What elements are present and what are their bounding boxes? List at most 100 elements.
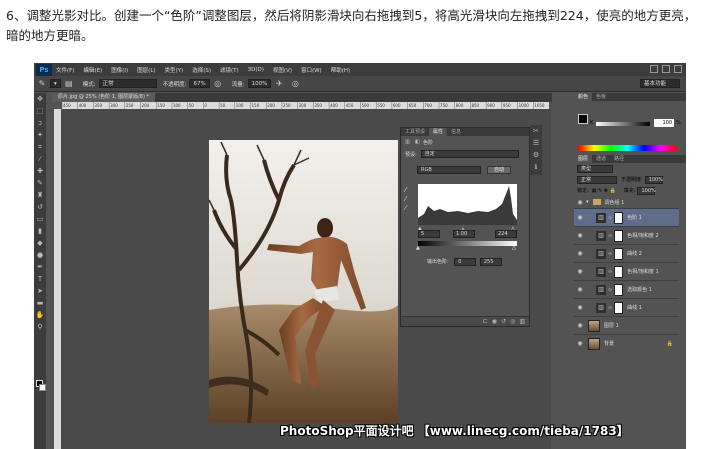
layer-mask-thumbnail[interactable] [614,283,624,296]
midtone-input[interactable]: 1.00 [453,230,475,238]
view-previous-icon[interactable]: ◉ [492,318,497,325]
layer-row[interactable]: ◉ ▥ ∞ 色阶 1 [574,208,679,226]
menu-help[interactable]: 帮助(H) [331,66,350,74]
brush-panel-icon[interactable]: ▤ [64,79,74,89]
layer-row[interactable]: ◉ ▥ ∞ 选取颜色 1 [574,280,679,298]
channel-select[interactable]: RGB [417,166,481,174]
menu-file[interactable]: 文件(F) [56,66,74,74]
layer-row[interactable]: ◉ 图层 1 [574,316,679,334]
maximize-button[interactable] [662,65,670,73]
layer-mask-thumbnail[interactable] [614,229,624,242]
highlight-input[interactable]: 224 [495,230,517,238]
eye-icon[interactable]: ◉ [576,232,584,239]
tab-info[interactable]: 信息 [447,128,465,136]
minimize-button[interactable] [650,65,658,73]
tab-properties[interactable]: 属性 [429,128,448,136]
zoom-tool-icon[interactable]: ⚲ [34,321,46,333]
pressure-size-icon[interactable]: ◎ [290,79,300,89]
info-icon[interactable]: ℹ [530,161,542,173]
eye-icon[interactable]: ◉ [576,304,584,311]
mask-icon[interactable]: ◧ [415,139,423,145]
marquee-tool-icon[interactable]: ⬚ [34,105,46,117]
shadow-input[interactable]: 5 [418,230,440,238]
menu-edit[interactable]: 编辑(E) [83,66,102,74]
type-tool-icon[interactable]: T [34,273,46,285]
layer-opacity-field[interactable]: 100% [644,175,663,184]
white-point-eyedropper-icon[interactable]: ⁄ [405,204,413,213]
output-white-slider-icon[interactable]: △ [512,245,516,251]
layer-filter-select[interactable]: 类型 [577,164,613,173]
gray-point-eyedropper-icon[interactable]: ⁄ [405,195,413,204]
document-tab[interactable]: 原片.jpg @ 25% (色阶 1, 图层蒙版/8) * [52,93,156,102]
tab-paths[interactable]: 路径 [610,155,628,163]
auto-button[interactable]: 自动 [487,166,512,174]
eye-icon[interactable]: ◉ [576,250,584,257]
color-foreground-swatch[interactable] [578,114,588,124]
visibility-icon[interactable]: ◎ [510,318,515,325]
layer-mask-thumbnail[interactable] [614,301,624,314]
eye-icon[interactable]: ◉ [576,214,584,221]
settings-icon[interactable]: ⚙ [530,149,542,161]
lasso-tool-icon[interactable]: ↄ [34,117,46,129]
reset-icon[interactable]: ↺ [501,318,506,325]
tab-layers[interactable]: 图层 [574,155,593,163]
blur-tool-icon[interactable]: ◆ [34,237,46,249]
flow-field[interactable]: 100% [247,79,272,88]
k-slider[interactable] [596,122,650,126]
gradient-tool-icon[interactable]: ▮ [34,225,46,237]
hand-tool-icon[interactable]: ✋ [34,309,46,321]
menu-image[interactable]: 图像(I) [111,66,128,74]
mode-select[interactable]: 正常 [98,79,157,88]
eye-icon[interactable]: ◉ [576,340,584,347]
black-point-eyedropper-icon[interactable]: ⁄ [405,186,413,195]
crop-tool-icon[interactable]: ⌗ [34,141,46,153]
eye-icon[interactable]: ◉ [576,286,584,293]
pen-tool-icon[interactable]: ✒ [34,261,46,273]
layer-row[interactable]: ◉ ▥ ∞ 曲线 1 [574,298,679,316]
tools-collapse-icon[interactable]: ✂ [530,125,542,137]
tab-tool-presets[interactable]: 工具预设 [401,128,429,136]
healing-tool-icon[interactable]: ✚ [34,165,46,177]
tab-channels[interactable]: 通道 [592,155,610,163]
layer-row[interactable]: ◉ ▥ ∞ 色相/饱和度 2 [574,226,679,244]
brush-tool-icon[interactable]: ✎ [37,79,47,89]
path-select-tool-icon[interactable]: ➤ [34,285,46,297]
dodge-tool-icon[interactable]: ● [34,249,46,261]
move-tool-icon[interactable]: ✥ [34,93,46,105]
menu-filter[interactable]: 滤镜(T) [220,66,239,74]
menu-window[interactable]: 窗口(W) [301,66,322,74]
brush-size-field[interactable]: ▾ [50,79,61,88]
history-brush-icon[interactable]: ↺ [34,201,46,213]
tab-swatches[interactable]: 色板 [592,93,610,101]
fill-field[interactable]: 100% [637,186,656,195]
layer-mask-thumbnail[interactable] [614,247,624,260]
airbrush-icon[interactable]: ✈ [274,79,284,89]
opacity-field[interactable]: 67% [189,79,210,88]
layer-mask-thumbnail[interactable] [614,265,624,278]
menu-3d[interactable]: 3D(D) [248,67,264,73]
menu-view[interactable]: 视图(V) [273,66,292,74]
eyedropper-tool-icon[interactable]: ⁄ [34,153,46,165]
layer-row[interactable]: ◉ ▥ ∞ 曲线 2 [574,244,679,262]
color-spectrum[interactable] [578,145,677,151]
k-value-field[interactable]: 100 [654,119,674,127]
eye-icon[interactable]: ◉ [576,322,584,329]
tab-color[interactable]: 颜色 [574,93,593,101]
stamp-tool-icon[interactable]: ♜ [34,189,46,201]
brush-tool-icon[interactable]: ✎ [34,177,46,189]
layer-group-row[interactable]: ◉ ▾ 调色组 1 [574,197,679,207]
close-button[interactable] [674,65,682,73]
clip-to-layer-icon[interactable]: ⊏ [483,318,488,325]
shape-tool-icon[interactable]: ▬ [34,297,46,309]
menu-select[interactable]: 选择(S) [192,66,211,74]
output-high-input[interactable]: 255 [479,258,502,266]
adjust-panel-icon[interactable]: ☰ [530,137,542,149]
eye-icon[interactable]: ◉ [576,268,584,275]
menu-type[interactable]: 类型(Y) [165,66,184,74]
pressure-opacity-icon[interactable]: ◎ [213,79,223,89]
workspace-select[interactable]: 基本功能 [640,79,680,88]
chevron-down-icon[interactable]: ▾ [586,199,589,205]
lock-icons[interactable]: ▦ ✎ ✥ 🔒 [592,188,616,194]
eye-icon[interactable]: ◉ [576,199,584,206]
output-low-input[interactable]: 0 [454,258,477,266]
